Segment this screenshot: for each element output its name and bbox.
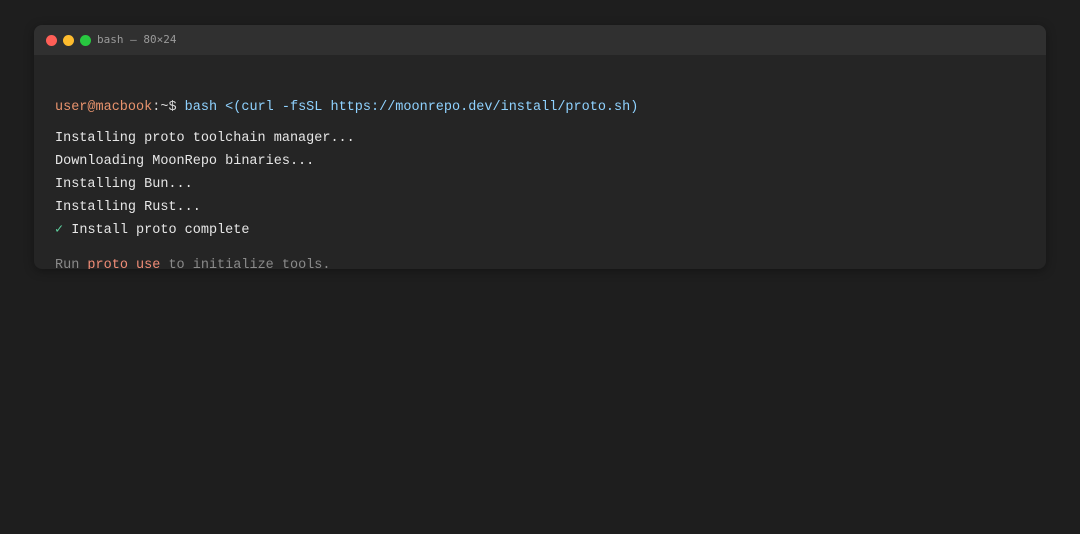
minimize-button[interactable] bbox=[63, 35, 74, 46]
check-icon: ✓ bbox=[55, 223, 64, 238]
terminal-output[interactable]: user@macbook:~$ bash <(curl -fsSL https:… bbox=[55, 55, 1025, 269]
prompt-symbol: $ bbox=[168, 100, 177, 115]
success-text: Install proto complete bbox=[71, 223, 250, 238]
output-line: Installing proto toolchain manager... bbox=[55, 131, 355, 146]
command-line: user@macbook:~$ bash <(curl -fsSL https:… bbox=[55, 99, 638, 117]
output-line: Installing Rust... bbox=[55, 200, 201, 215]
close-button[interactable] bbox=[46, 35, 57, 46]
output-line: Installing Bun... bbox=[55, 177, 193, 192]
maximize-button[interactable] bbox=[80, 35, 91, 46]
window-title: bash — 80×24 bbox=[97, 33, 177, 46]
prompt-user-host: user@macbook bbox=[55, 100, 153, 115]
success-line: ✓ Install proto complete bbox=[55, 222, 249, 240]
output-line: Downloading MoonRepo binaries... bbox=[55, 154, 315, 169]
terminal-window: bash — 80×24 user@macbook:~$ bash <(curl… bbox=[34, 25, 1046, 269]
command-text: bash <(curl -fsSL https://moonrepo.dev/i… bbox=[184, 100, 639, 115]
title-bar[interactable]: bash — 80×24 bbox=[34, 25, 1046, 55]
hint-line: Run proto use to initialize tools. bbox=[55, 257, 330, 269]
hint-prefix: Run bbox=[55, 258, 80, 269]
hint-suffix: to initialize tools. bbox=[168, 258, 331, 269]
hint-command: proto use bbox=[87, 258, 161, 269]
